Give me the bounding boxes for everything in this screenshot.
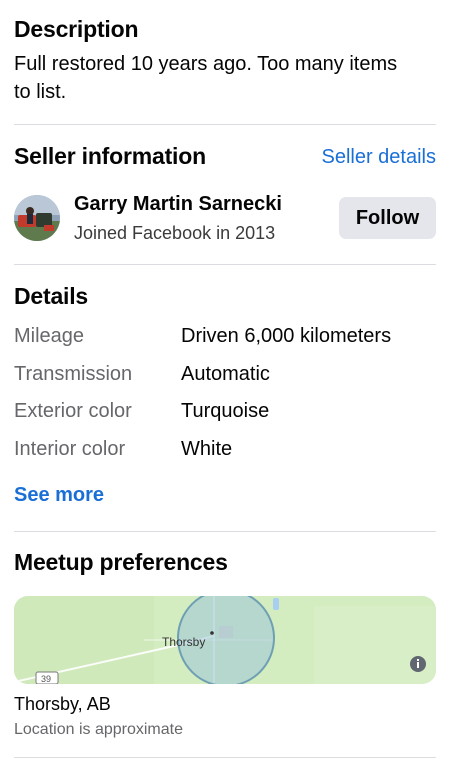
detail-row-interior-color: Interior color White [14,438,436,468]
location-map[interactable]: Thorsby 39 [14,596,436,684]
detail-value: Turquoise [181,400,270,422]
seller-name[interactable]: Garry Martin Sarnecki [74,193,282,216]
detail-row-exterior-color: Exterior color Turquoise [14,400,436,430]
detail-label: Exterior color [14,400,132,422]
detail-label: Transmission [14,363,133,385]
follow-button[interactable]: Follow [339,197,436,239]
detail-value: Driven 6,000 kilometers [181,325,392,347]
map-road-number: 39 [41,674,51,684]
detail-label: Mileage [14,325,85,347]
divider [14,124,436,125]
map-place-label: Thorsby [162,635,205,649]
seller-avatar[interactable] [14,195,60,241]
seller-information-heading: Seller information [14,143,206,169]
detail-value: White [181,438,233,460]
details-heading: Details [14,283,89,309]
location-approximate-note: Location is approximate [14,721,183,738]
see-more-link[interactable]: See more [14,484,104,507]
description-heading: Description [14,16,139,42]
detail-row-transmission: Transmission Automatic [14,363,436,393]
detail-row-mileage: Mileage Driven 6,000 kilometers [14,325,436,355]
description-text: Full restored 10 years ago. Too many ite… [14,53,398,103]
detail-label: Interior color [14,438,126,460]
seller-details-link[interactable]: Seller details [321,146,436,169]
divider [14,264,436,265]
info-icon[interactable] [410,656,426,672]
seller-joined-text: Joined Facebook in 2013 [74,223,276,243]
meetup-preferences-heading: Meetup preferences [14,549,228,575]
divider [14,531,436,532]
divider [14,757,436,758]
detail-value: Automatic [181,363,270,385]
location-name: Thorsby, AB [14,694,111,714]
